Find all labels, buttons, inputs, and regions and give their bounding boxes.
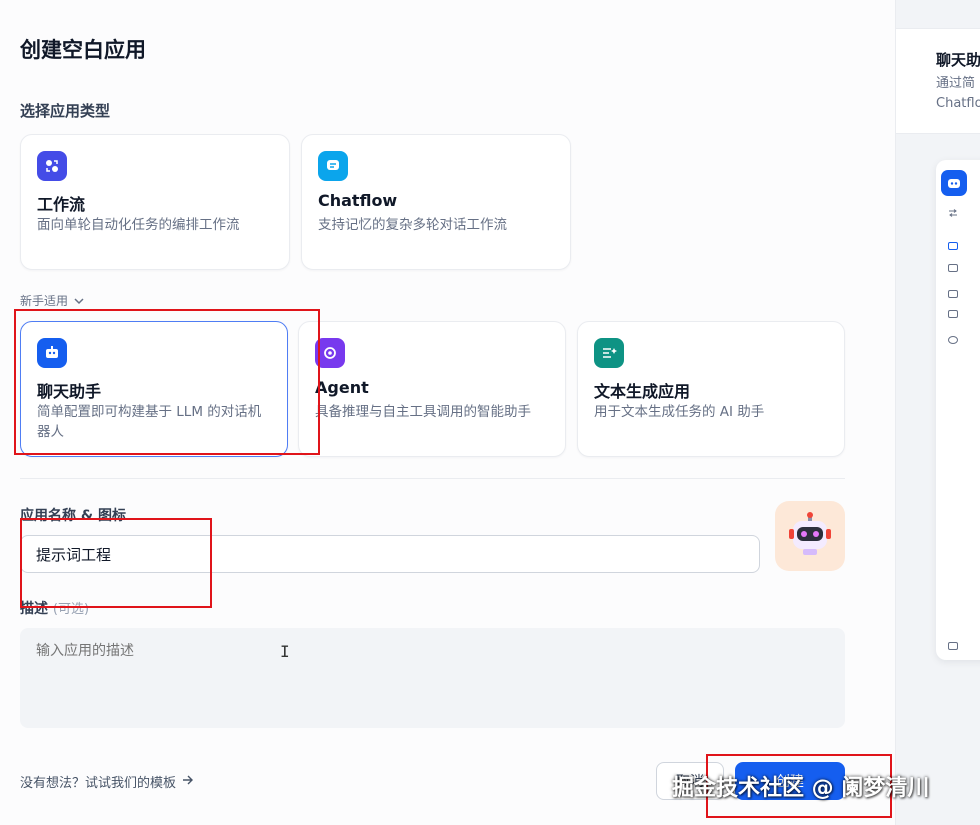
card-title: 文本生成应用	[594, 382, 691, 401]
app-type-card-agent[interactable]: Agent 具备推理与自主工具调用的智能助手	[298, 321, 566, 457]
description-textarea[interactable]	[20, 628, 845, 728]
nav-monitor-icon	[948, 336, 958, 344]
app-type-card-workflow[interactable]: 工作流 面向单轮自动化任务的编排工作流	[20, 134, 290, 270]
swap-icon	[948, 202, 958, 217]
preview-title: 聊天助手	[936, 51, 980, 69]
agent-icon	[315, 338, 345, 368]
preview-pane: 聊天助手 通过简 Chatflo	[895, 0, 980, 825]
card-description: 具备推理与自主工具调用的智能助手	[315, 404, 531, 420]
beginner-toggle-label: 新手适用	[20, 294, 69, 308]
app-type-card-chatflow[interactable]: Chatflow 支持记忆的复杂多轮对话工作流	[301, 134, 571, 270]
preview-frame	[936, 160, 980, 660]
beginner-section-toggle[interactable]: 新手适用	[20, 292, 84, 309]
app-type-card-text-generator[interactable]: 文本生成应用 用于文本生成任务的 AI 助手	[577, 321, 845, 457]
nav-orchestrate-icon	[948, 264, 958, 272]
app-type-label: 选择应用类型	[20, 102, 111, 120]
card-description: 面向单轮自动化任务的编排工作流	[37, 217, 240, 233]
card-title: Chatflow	[318, 191, 398, 210]
description-label: 描述 (可选)	[20, 598, 89, 618]
card-description: 用于文本生成任务的 AI 助手	[594, 404, 765, 420]
robot-icon	[787, 511, 833, 561]
watermark: 掘金技术社区 @ 阑梦清川	[672, 776, 930, 801]
text-cursor-icon: Ι	[280, 642, 290, 661]
workflow-icon	[37, 151, 67, 181]
collapse-sidebar-icon	[948, 642, 958, 650]
card-description: 支持记忆的复杂多轮对话工作流	[318, 217, 507, 233]
section-divider	[20, 478, 845, 479]
optional-hint: (可选)	[52, 602, 90, 617]
description-label-text: 描述	[20, 601, 48, 617]
nav-annotations-icon	[948, 310, 958, 318]
preview-subtitle: 通过简	[936, 76, 976, 91]
dialog-title: 创建空白应用	[20, 38, 146, 62]
card-title: Agent	[315, 378, 369, 397]
chatflow-icon	[318, 151, 348, 181]
card-title: 工作流	[37, 195, 86, 214]
text-generator-icon	[594, 338, 624, 368]
card-description: 简单配置即可构建基于 LLM 的对话机器人	[37, 404, 262, 440]
chevron-down-icon	[74, 294, 84, 308]
app-type-card-chat-assistant[interactable]: 聊天助手 简单配置即可构建基于 LLM 的对话机器人	[20, 321, 288, 457]
app-name-input[interactable]	[20, 535, 760, 573]
try-templates-link[interactable]: 没有想法？试试我们的模板	[20, 772, 194, 791]
bot-avatar-icon	[941, 170, 967, 196]
app-icon-picker[interactable]	[775, 501, 845, 571]
arrow-right-icon	[182, 774, 194, 789]
preview-header: 聊天助手 通过简 Chatflo	[896, 28, 980, 134]
card-title: 聊天助手	[37, 382, 102, 401]
preview-subtitle-2: Chatflo	[936, 96, 980, 111]
chat-assistant-icon	[37, 338, 67, 368]
nav-overview-icon	[948, 242, 958, 250]
template-link-text: 没有想法？试试我们的模板	[20, 776, 177, 791]
create-app-dialog: 创建空白应用 选择应用类型 工作流 面向单轮自动化任务的编排工作流 Chatfl…	[0, 0, 895, 825]
nav-logs-icon	[948, 290, 958, 298]
app-name-label: 应用名称 & 图标	[20, 508, 126, 524]
